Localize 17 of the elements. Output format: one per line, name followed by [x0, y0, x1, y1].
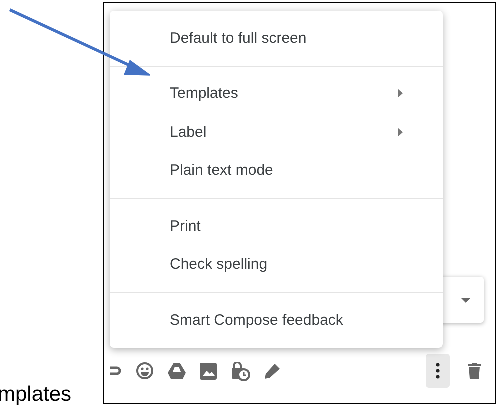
image-icon[interactable] [200, 362, 217, 380]
menu-item[interactable]: Templates [110, 74, 443, 113]
link-icon[interactable] [110, 364, 122, 378]
menu-item[interactable]: Check spelling [110, 246, 443, 284]
pen-icon[interactable] [264, 362, 281, 380]
drive-icon[interactable] [168, 363, 186, 379]
emoji-icon[interactable] [136, 362, 154, 380]
menu-item[interactable]: Smart Compose feedback [110, 301, 443, 340]
menu-item[interactable]: Default to full screen [110, 19, 443, 58]
menu-item[interactable]: Plain text mode [110, 152, 443, 190]
more-icon [436, 363, 440, 379]
menu-item[interactable]: Print [110, 207, 443, 246]
lock-clock-icon[interactable] [231, 362, 250, 380]
more-options-button[interactable] [426, 354, 450, 388]
caret-icon [461, 298, 471, 302]
trash-icon[interactable] [468, 363, 481, 379]
menu-item[interactable]: Label [110, 113, 443, 152]
